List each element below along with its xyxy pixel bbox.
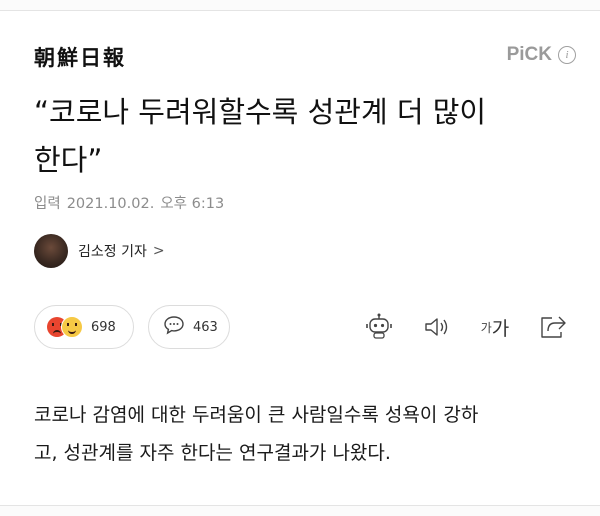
author-avatar [34,234,68,268]
dateline-label: 입력 [34,196,61,212]
speaker-icon[interactable] [420,310,454,344]
publisher-logo[interactable]: 朝鮮日報 [34,42,126,72]
info-icon[interactable]: i [558,46,576,64]
author-link[interactable]: 김소정 기자 > [34,234,165,268]
author-name: 김소정 기자 [78,244,147,260]
pick-badge[interactable]: PiCK i [507,44,576,66]
font-size-large-label: 가 [491,317,510,340]
dateline-time: 오후 6:13 [160,196,225,212]
headline-line-1: “코로나 두려워할수록 성관계 더 많이 [34,95,487,129]
article-body: 코로나 감염에 대한 두려움이 큰 사람일수록 성욕이 강하 고, 성관계를 자… [34,396,570,472]
font-size-icon[interactable]: 가가 [478,310,512,344]
reaction-count: 698 [91,319,116,335]
reactions-button[interactable]: 698 [34,305,134,349]
robot-reader-icon[interactable] [362,310,396,344]
article-headline: “코로나 두려워할수록 성관계 더 많이 한다” [34,88,574,184]
font-size-small-label: 가 [480,320,492,335]
chevron-right-icon: > [152,243,165,259]
headline-line-2: 한다” [34,143,103,177]
comment-count: 463 [193,319,218,335]
comments-button[interactable]: 463 [148,305,230,349]
article-dateline: 입력 2021.10.02. 오후 6:13 [34,192,230,213]
share-icon[interactable] [536,310,570,344]
article-header: 朝鮮日報 PiCK i [34,40,576,76]
pick-label: PiCK [506,44,552,65]
speech-bubble-icon [163,315,185,339]
smiling-face-icon [61,316,83,338]
screenshot-bottom-border [0,505,600,516]
article-toolbar: 가가 [362,310,570,344]
dateline-date: 2021.10.02. [66,196,155,212]
screenshot-top-border [0,0,600,11]
body-line-1: 코로나 감염에 대한 두려움이 큰 사람일수록 성욕이 강하 [34,404,479,426]
body-line-2: 고, 성관계를 자주 한다는 연구결과가 나왔다. [34,442,391,464]
